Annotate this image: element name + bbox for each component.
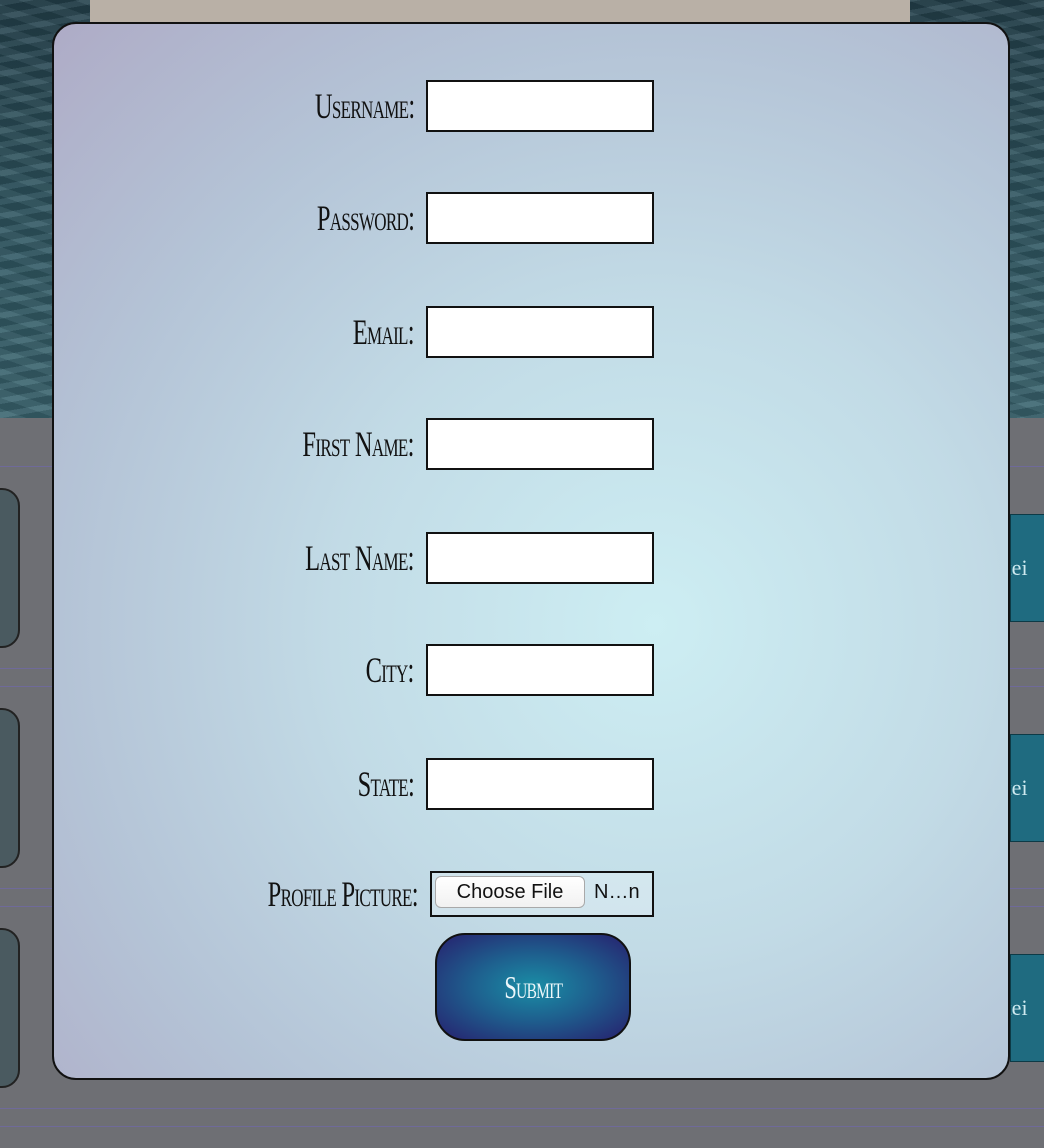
first-name-row: First Name: bbox=[54, 418, 1012, 470]
list-item-thumbnail bbox=[0, 928, 20, 1088]
last-name-input[interactable] bbox=[426, 532, 654, 584]
state-row: State: bbox=[54, 758, 1012, 810]
list-item-action-button: stei bbox=[1010, 514, 1044, 622]
first-name-input[interactable] bbox=[426, 418, 654, 470]
email-input[interactable] bbox=[426, 306, 654, 358]
list-item-action-button: stei bbox=[1010, 734, 1044, 842]
submit-button[interactable]: Submit bbox=[435, 933, 631, 1041]
divider bbox=[0, 1108, 1044, 1109]
username-input[interactable] bbox=[426, 80, 654, 132]
choose-file-button[interactable]: Choose File bbox=[435, 876, 585, 908]
city-input[interactable] bbox=[426, 644, 654, 696]
divider bbox=[0, 1126, 1044, 1127]
last-name-label: Last Name: bbox=[305, 538, 414, 578]
submit-button-label: Submit bbox=[504, 968, 563, 1005]
email-row: Email: bbox=[54, 306, 1012, 358]
city-label: City: bbox=[365, 650, 415, 690]
password-label: Password: bbox=[316, 198, 415, 238]
password-row: Password: bbox=[54, 192, 1012, 244]
signup-modal: Username: Password: Email: First Name: L… bbox=[52, 22, 1010, 1080]
selected-file-name: N…n bbox=[594, 881, 640, 903]
state-label: State: bbox=[357, 764, 414, 804]
list-item-thumbnail bbox=[0, 708, 20, 868]
profile-picture-row: Profile Picture: Choose File N…n bbox=[54, 868, 1012, 920]
first-name-label: First Name: bbox=[302, 424, 415, 464]
username-label: Username: bbox=[314, 86, 414, 126]
last-name-row: Last Name: bbox=[54, 532, 1012, 584]
email-label: Email: bbox=[352, 312, 415, 352]
list-item-thumbnail bbox=[0, 488, 20, 648]
password-input[interactable] bbox=[426, 192, 654, 244]
username-row: Username: bbox=[54, 80, 1012, 132]
profile-picture-file-input[interactable]: Choose File N…n bbox=[430, 871, 654, 917]
profile-picture-label: Profile Picture: bbox=[267, 874, 419, 914]
list-item-action-button: stei bbox=[1010, 954, 1044, 1062]
state-input[interactable] bbox=[426, 758, 654, 810]
city-row: City: bbox=[54, 644, 1012, 696]
